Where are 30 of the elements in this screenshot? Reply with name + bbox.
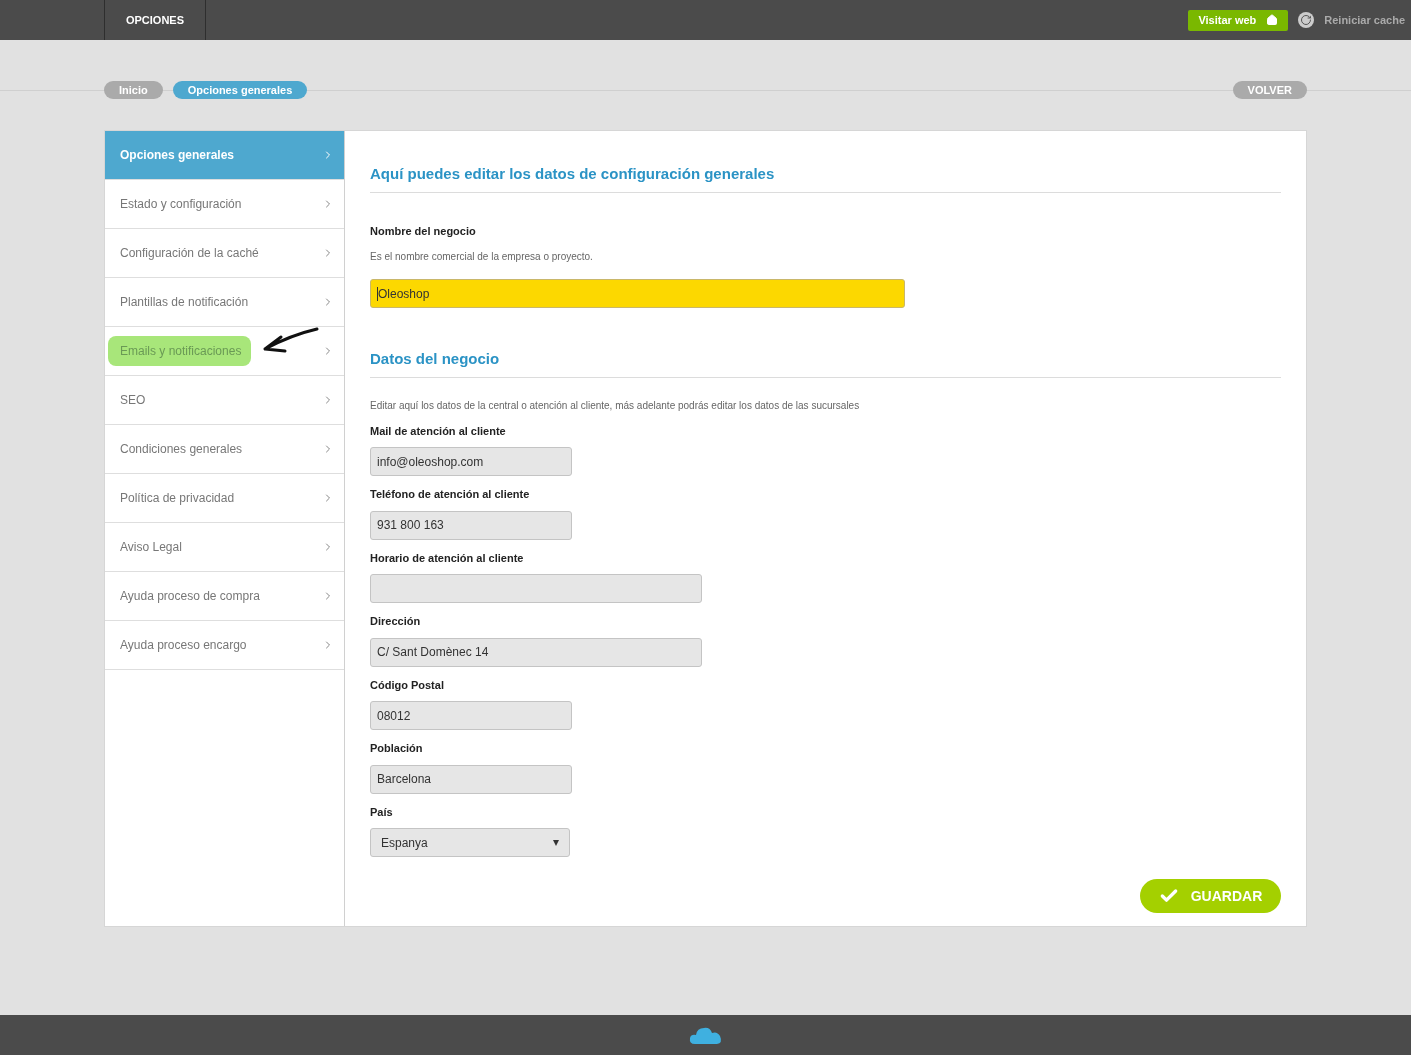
refresh-icon [1298,12,1315,28]
reset-cache-link[interactable]: Reiniciar cache [1324,11,1411,29]
dropdown-caret-icon [553,839,559,846]
hand-drawn-arrow-icon [261,327,319,353]
cloud-icon [688,1025,723,1045]
sidebar-item[interactable]: Opciones generales [105,131,344,180]
text-field[interactable]: info@oleoshop.com [370,447,572,476]
country-select[interactable]: Espanya [370,828,570,857]
field-label: Nombre del negocio [370,223,477,239]
field-help: Es el nombre comercial de la empresa o proyecto. [370,250,594,264]
breadcrumb-link[interactable]: Opciones generales [172,81,308,99]
field-label: Mail de atención al cliente [370,423,507,439]
field-label: Horario de atención al cliente [370,550,525,566]
section-heading: Datos del negocio [370,348,1281,378]
text-field[interactable]: 931 800 163 [370,510,572,540]
field-label: Código Postal [370,677,445,693]
field-label: País [370,804,394,820]
field-label: Dirección [370,614,422,629]
options-tab[interactable]: OPCIONES [104,0,206,40]
text-field[interactable] [370,574,702,603]
text-field[interactable]: 08012 [370,701,572,730]
business-name-field[interactable]: Oleoshop [370,279,905,308]
text-field[interactable]: Barcelona [370,764,572,794]
section-help: Editar aquí los datos de la central o atención al cliente, más adelante podrás editar los datos de las sucursales [370,398,861,413]
visit-web-button[interactable]: Visitar web [1188,9,1289,31]
page-heading: Aquí puedes editar los datos de configuración generales [370,163,1281,193]
text-field[interactable]: C/ Sant Domènec 14 [370,637,702,667]
field-label: Teléfono de atención al cliente [370,487,531,502]
field-label: Población [370,741,424,756]
home-icon [1266,14,1279,26]
